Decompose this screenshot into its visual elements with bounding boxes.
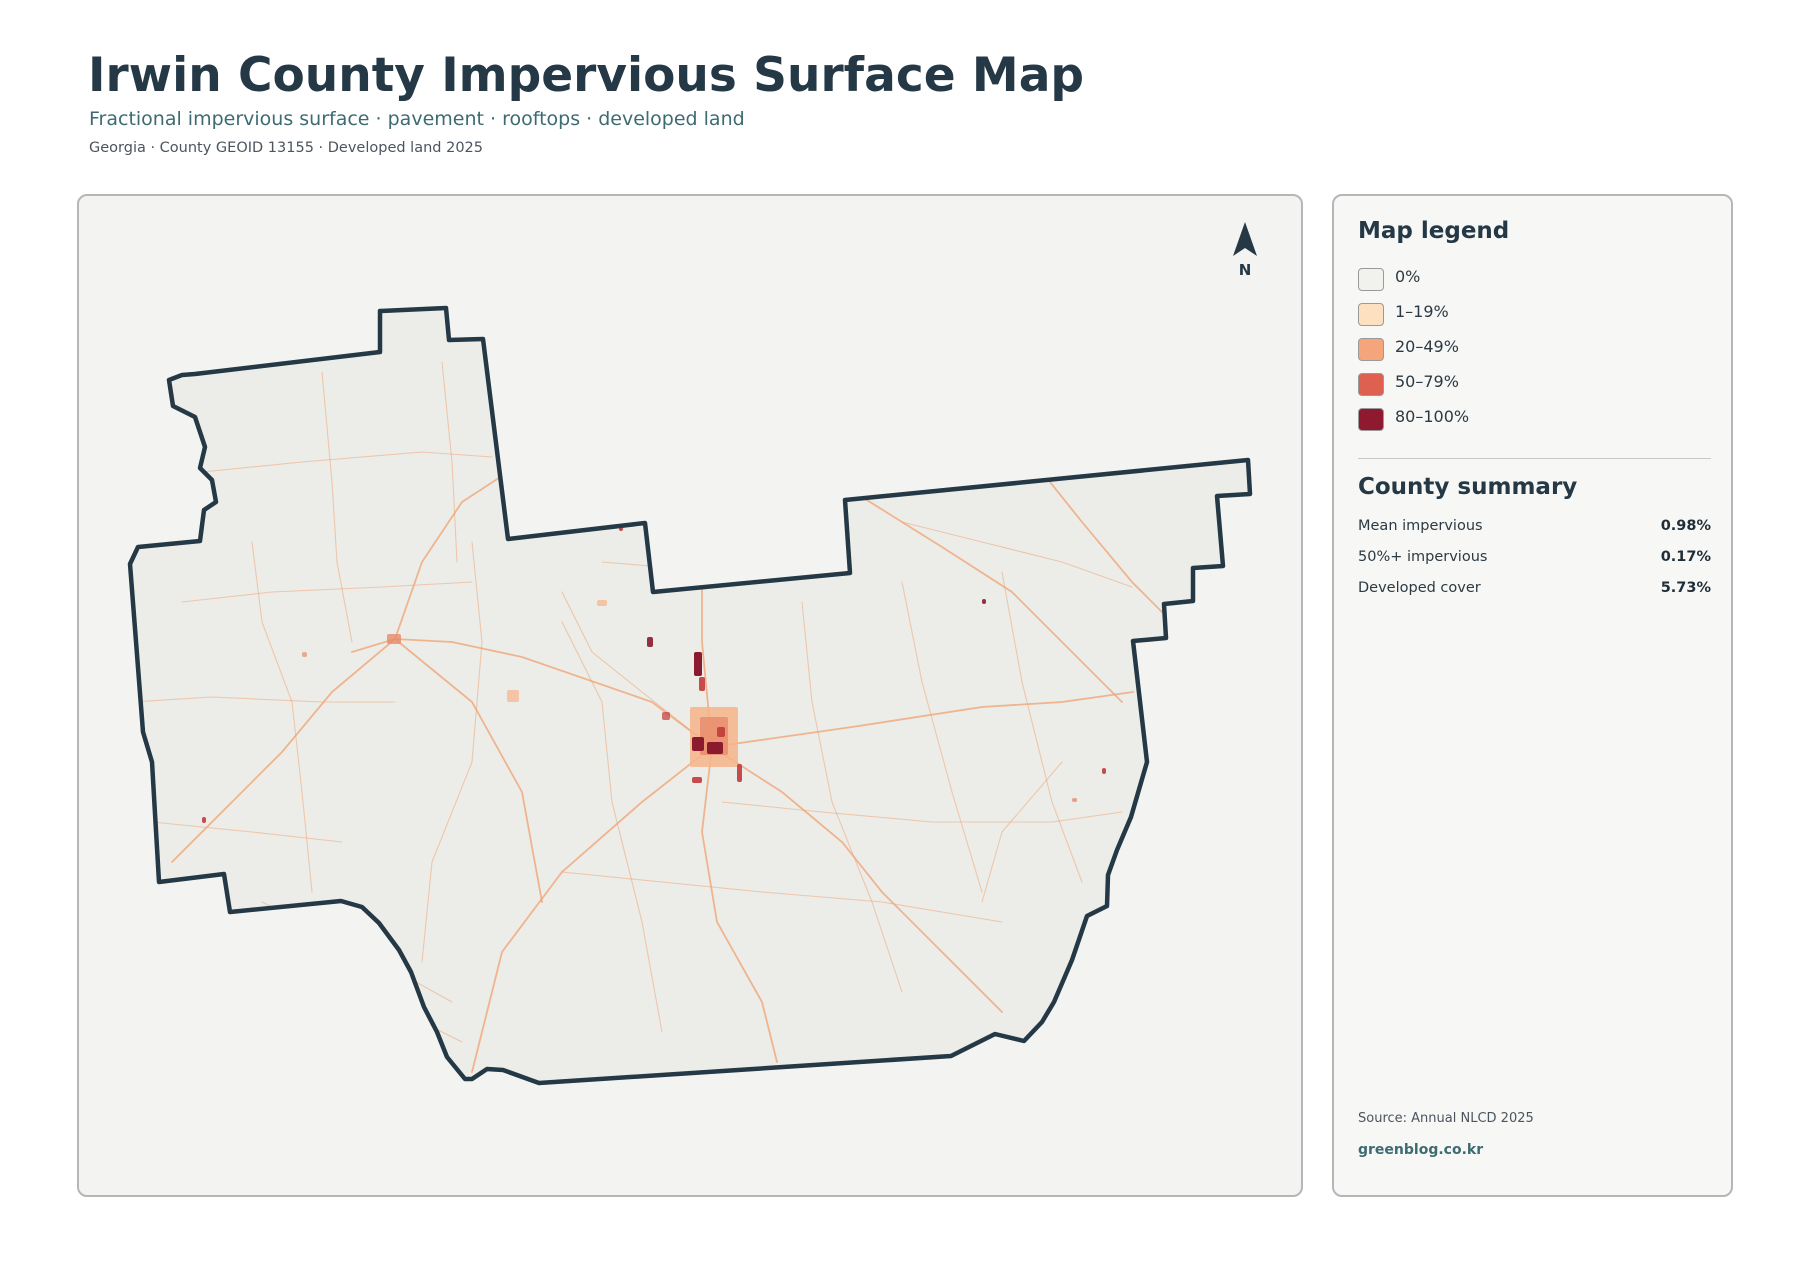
legend-swatch [1358,408,1384,431]
legend-item: 1–19% [1358,301,1469,336]
developed-patch [717,727,725,737]
developed-patch [507,690,519,702]
source-note: Source: Annual NLCD 2025 [1358,1111,1534,1126]
page-subtitle: Fractional impervious surface · pavement… [89,108,745,130]
legend-label: 0% [1395,267,1421,286]
stat-row: Mean impervious 0.98% [1358,518,1711,549]
legend-label: 20–49% [1395,337,1459,356]
legend-panel: Map legend 0% 1–19% 20–49% 50–79% 80–100… [1332,194,1733,1197]
stat-row: 50%+ impervious 0.17% [1358,549,1711,580]
developed-patch [597,600,607,606]
stat-label: Developed cover [1358,580,1481,596]
summary-title: County summary [1358,474,1578,500]
developed-patch [302,652,307,657]
legend-items: 0% 1–19% 20–49% 50–79% 80–100% [1358,266,1469,441]
legend-label: 80–100% [1395,407,1470,426]
developed-patch [202,817,206,823]
page-title: Irwin County Impervious Surface Map [88,48,1085,103]
developed-patch [692,737,704,751]
north-label: N [1238,261,1252,279]
summary-stats: Mean impervious 0.98% 50%+ impervious 0.… [1358,518,1711,611]
county-map[interactable] [79,196,1303,1197]
legend-item: 20–49% [1358,336,1469,371]
developed-patch [647,637,653,647]
stat-row: Developed cover 5.73% [1358,580,1711,611]
legend-swatch [1358,268,1384,291]
developed-patch [387,634,401,644]
developed-patch [1072,798,1077,802]
legend-label: 1–19% [1395,302,1449,321]
county-land [130,308,1250,1083]
legend-swatch [1358,373,1384,396]
north-arrow-icon [1233,222,1257,256]
developed-patch [694,652,702,676]
stat-value: 5.73% [1660,580,1711,596]
developed-patch [1102,768,1106,774]
stat-label: Mean impervious [1358,518,1483,534]
legend-item: 50–79% [1358,371,1469,406]
page-meta: Georgia · County GEOID 13155 · Developed… [89,140,483,156]
legend-swatch [1358,303,1384,326]
legend-title: Map legend [1358,218,1510,244]
legend-swatch [1358,338,1384,361]
legend-divider [1358,458,1711,459]
stat-value: 0.98% [1660,518,1711,534]
legend-item: 80–100% [1358,406,1469,441]
developed-patch [707,742,723,754]
north-arrow: N [1225,222,1265,284]
stat-value: 0.17% [1660,549,1711,565]
legend-item: 0% [1358,266,1469,301]
developed-patch [982,599,986,604]
credit-link[interactable]: greenblog.co.kr [1358,1142,1483,1158]
developed-patch [662,712,670,720]
developed-patch [692,777,702,783]
stat-label: 50%+ impervious [1358,549,1488,565]
map-panel[interactable] [77,194,1303,1197]
legend-label: 50–79% [1395,372,1459,391]
developed-patch [737,764,742,782]
developed-patch [699,677,705,691]
